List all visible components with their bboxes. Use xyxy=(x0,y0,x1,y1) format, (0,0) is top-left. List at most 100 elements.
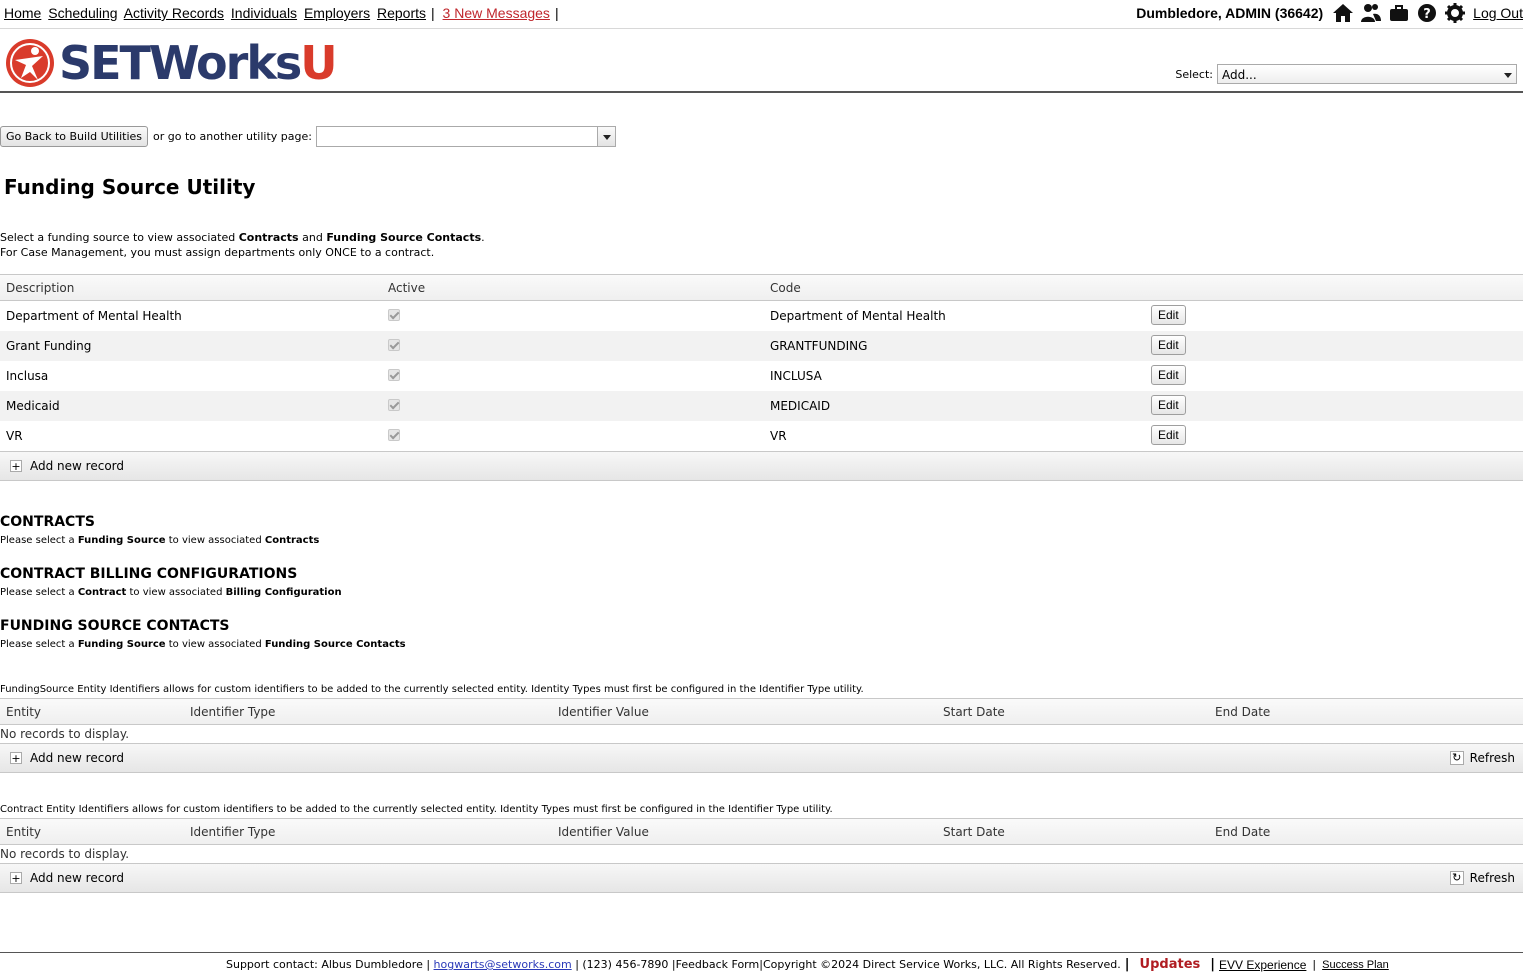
edit-button[interactable]: Edit xyxy=(1151,395,1186,415)
col-entity[interactable]: Entity xyxy=(6,705,41,719)
fs-identifiers-note: FundingSource Entity Identifiers allows … xyxy=(0,684,864,695)
briefcase-icon[interactable] xyxy=(1388,3,1410,23)
logo-text: SETWorksU xyxy=(59,36,338,90)
table-row[interactable]: Grant Funding GRANTFUNDING Edit xyxy=(0,331,1523,361)
evv-experience-link[interactable]: EVV Experience xyxy=(1219,958,1306,972)
funding-source-grid: Description Active Code Department of Me… xyxy=(0,274,1523,481)
success-plan-link[interactable]: Success Plan xyxy=(1322,959,1389,971)
help-icon[interactable]: ? xyxy=(1416,3,1438,23)
top-bar: Home Scheduling Activity Records Individ… xyxy=(0,0,1523,29)
logo[interactable]: SETWorksU xyxy=(5,36,338,90)
row-description: VR xyxy=(6,429,23,443)
plus-icon: + xyxy=(10,752,22,765)
nav-reports[interactable]: Reports xyxy=(377,5,426,21)
nav-individuals[interactable]: Individuals xyxy=(231,5,297,21)
table-row[interactable]: VR VR Edit xyxy=(0,421,1523,451)
no-records: No records to display. xyxy=(0,847,130,861)
edit-button[interactable]: Edit xyxy=(1151,425,1186,445)
grid-toolbar: + Add new record ↻ Refresh xyxy=(0,743,1523,773)
add-new-record-label: Add new record xyxy=(30,751,124,765)
back-to-build-utilities-button[interactable]: Go Back to Build Utilities xyxy=(0,126,149,147)
nav-separator: | xyxy=(554,5,559,21)
refresh-label: Refresh xyxy=(1469,871,1515,885)
col-end-date[interactable]: End Date xyxy=(1215,705,1270,719)
contracts-heading: CONTRACTS xyxy=(0,514,95,530)
page-title: Funding Source Utility xyxy=(4,175,256,199)
row-code: VR xyxy=(770,429,787,443)
grid-header: Description Active Code xyxy=(0,274,1523,301)
user-box: Dumbledore, ADMIN (36642) ? Log Out xyxy=(1136,3,1523,23)
active-checkbox xyxy=(388,429,400,441)
logout-link[interactable]: Log Out xyxy=(1473,5,1523,21)
refresh-label: Refresh xyxy=(1469,751,1515,765)
row-description: Inclusa xyxy=(6,369,49,383)
svg-text:?: ? xyxy=(1423,7,1431,22)
no-records: No records to display. xyxy=(0,727,130,741)
gear-icon[interactable] xyxy=(1444,3,1466,23)
nav-activity-records[interactable]: Activity Records xyxy=(124,5,224,21)
nav-separator: | xyxy=(431,5,435,21)
add-new-record-button[interactable]: + Add new record xyxy=(10,751,124,765)
dropdown-button[interactable] xyxy=(596,127,615,146)
table-row[interactable]: Inclusa INCLUSA Edit xyxy=(0,361,1523,391)
col-description[interactable]: Description xyxy=(6,281,74,295)
contacts-hint: Please select a Funding Source to view a… xyxy=(0,639,406,650)
col-code[interactable]: Code xyxy=(770,281,801,295)
contract-identifiers-grid: Entity Identifier Type Identifier Value … xyxy=(0,818,1523,893)
refresh-button[interactable]: ↻ Refresh xyxy=(1449,751,1515,765)
edit-button[interactable]: Edit xyxy=(1151,335,1186,355)
edit-button[interactable]: Edit xyxy=(1151,305,1186,325)
fs-identifiers-grid: Entity Identifier Type Identifier Value … xyxy=(0,698,1523,773)
col-identifier-value[interactable]: Identifier Value xyxy=(558,825,649,839)
user-name: Dumbledore, ADMIN (36642) xyxy=(1136,5,1324,21)
row-description: Grant Funding xyxy=(6,339,92,353)
footer: Support contact: Albus Dumbledore | hogw… xyxy=(0,952,1523,980)
footer-separator: | xyxy=(1124,957,1130,972)
active-checkbox xyxy=(388,369,400,381)
col-active[interactable]: Active xyxy=(388,281,425,295)
nav-scheduling[interactable]: Scheduling xyxy=(48,5,117,21)
nav-home[interactable]: Home xyxy=(4,5,41,21)
row-description: Department of Mental Health xyxy=(6,309,182,323)
utility-page-select[interactable] xyxy=(315,126,616,147)
updates-link[interactable]: Updates xyxy=(1140,957,1201,972)
contracts-hint: Please select a Funding Source to view a… xyxy=(0,535,320,546)
col-identifier-value[interactable]: Identifier Value xyxy=(558,705,649,719)
copyright: |Copyright ©2024 Direct Service Works, L… xyxy=(759,958,1121,971)
select-label: Select: xyxy=(1175,67,1213,81)
add-select[interactable]: Add... xyxy=(1217,64,1517,84)
grid-toolbar: + Add new record ↻ Refresh xyxy=(0,863,1523,893)
col-end-date[interactable]: End Date xyxy=(1215,825,1270,839)
col-entity[interactable]: Entity xyxy=(6,825,41,839)
home-icon[interactable] xyxy=(1332,3,1354,23)
add-select-value: Add... xyxy=(1222,68,1257,82)
feedback-form-link[interactable]: Feedback Form xyxy=(676,958,760,971)
support-email-link[interactable]: hogwarts@setworks.com xyxy=(434,958,572,971)
refresh-button[interactable]: ↻ Refresh xyxy=(1449,871,1515,885)
intro-line-1: Select a funding source to view associat… xyxy=(0,231,485,244)
table-row[interactable]: Department of Mental Health Department o… xyxy=(0,301,1523,331)
row-code: MEDICAID xyxy=(770,399,831,413)
contacts-heading: FUNDING SOURCE CONTACTS xyxy=(0,618,230,634)
add-new-record-button[interactable]: + Add new record xyxy=(10,871,124,885)
logo-icon xyxy=(6,39,54,87)
col-identifier-type[interactable]: Identifier Type xyxy=(190,825,275,839)
edit-button[interactable]: Edit xyxy=(1151,365,1186,385)
footer-separator: | xyxy=(1210,957,1216,972)
col-identifier-type[interactable]: Identifier Type xyxy=(190,705,275,719)
utility-page-label: or go to another utility page: xyxy=(153,130,312,143)
people-icon[interactable] xyxy=(1360,3,1382,23)
grid-header: Entity Identifier Type Identifier Value … xyxy=(0,698,1523,725)
col-start-date[interactable]: Start Date xyxy=(943,705,1005,719)
utility-nav: Go Back to Build Utilities or go to anot… xyxy=(0,126,616,147)
chevron-down-icon xyxy=(1504,73,1512,78)
row-code: INCLUSA xyxy=(770,369,822,383)
nav-employers[interactable]: Employers xyxy=(304,5,370,21)
add-new-record-button[interactable]: + Add new record xyxy=(10,459,124,473)
row-code: GRANTFUNDING xyxy=(770,339,868,353)
table-row[interactable]: Medicaid MEDICAID Edit xyxy=(0,391,1523,421)
select-box: Select: Add... xyxy=(1175,64,1517,84)
col-start-date[interactable]: Start Date xyxy=(943,825,1005,839)
nav-messages[interactable]: 3 New Messages xyxy=(443,5,550,21)
intro-line-2: For Case Management, you must assign dep… xyxy=(0,246,435,259)
